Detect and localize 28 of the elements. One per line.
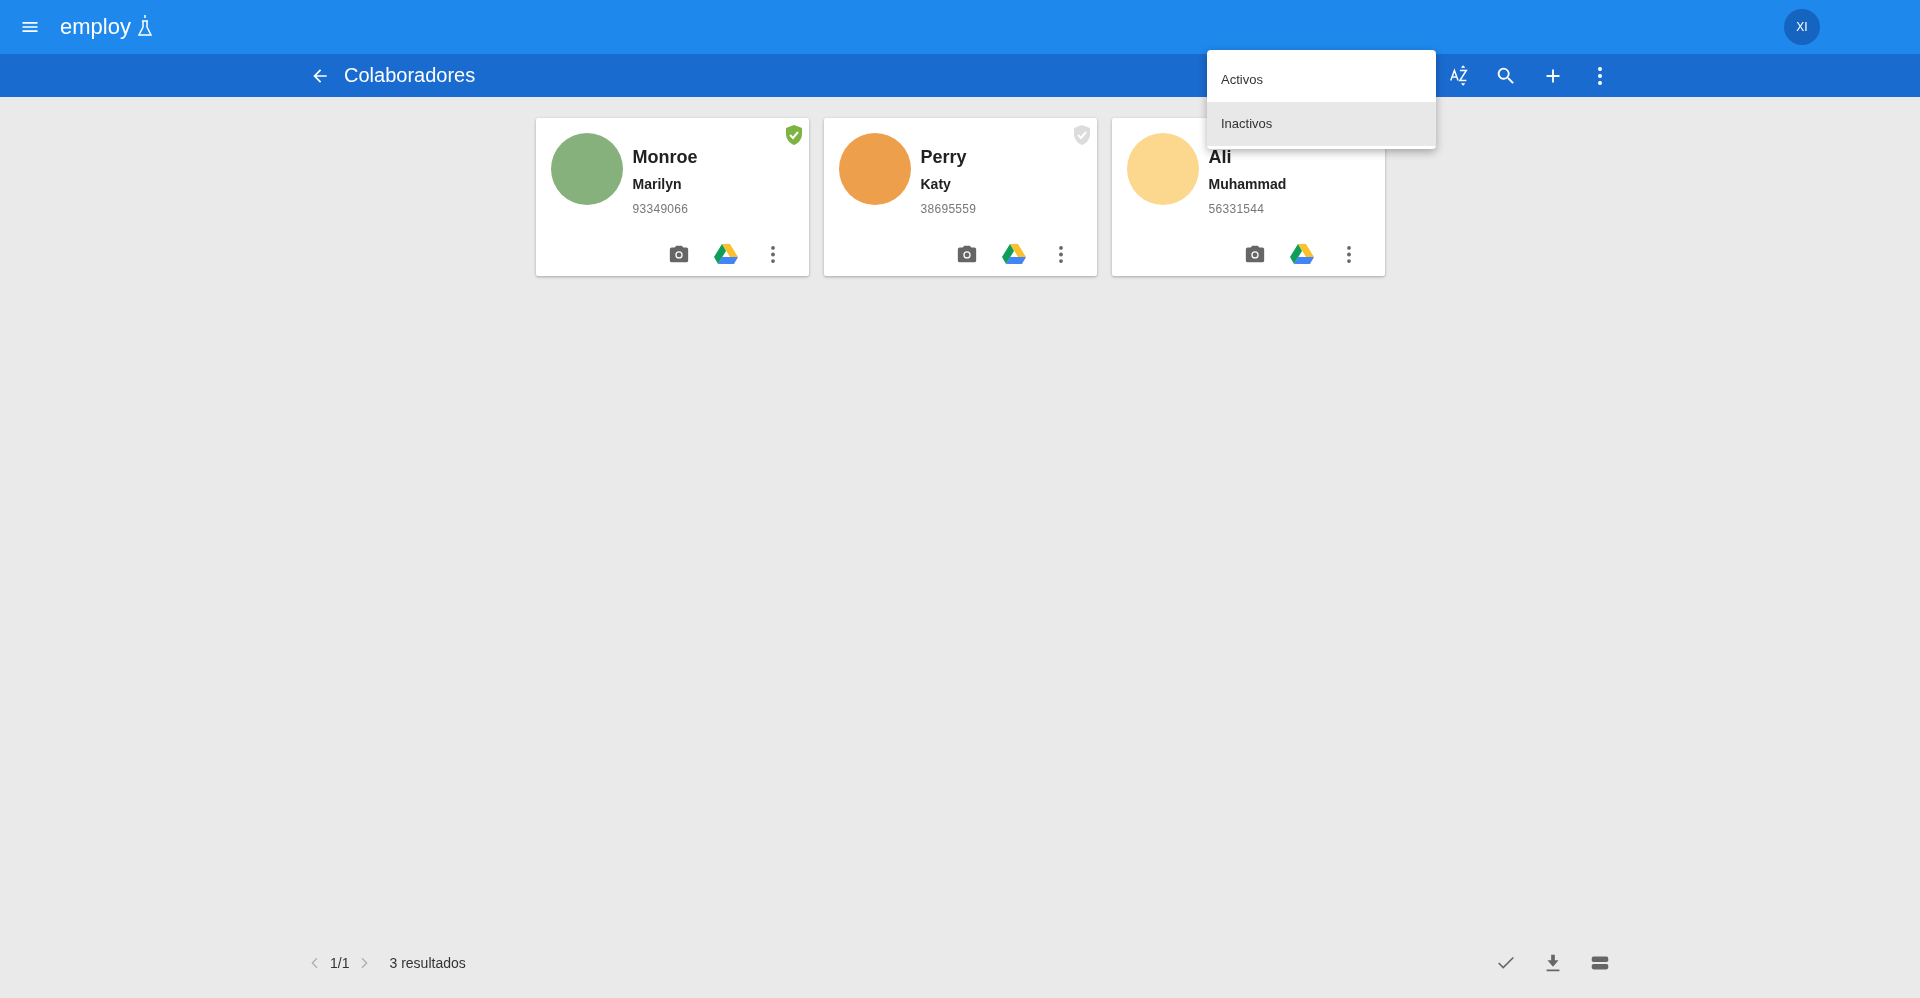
employee-surname: Monroe (632, 147, 698, 168)
more-icon (1058, 245, 1063, 263)
triangle-logo-icon (1289, 243, 1314, 265)
triangle-logo-icon (713, 243, 738, 265)
page-indicator: 1/1 (330, 955, 350, 971)
employee-number: 56331544 (1208, 202, 1266, 216)
employee-given-name: Marilyn (632, 176, 683, 192)
flask-icon (136, 13, 153, 37)
camera-icon (955, 243, 978, 265)
user-avatar[interactable]: XI (1784, 9, 1820, 45)
app-logo[interactable]: employ (60, 14, 131, 40)
results-count: 3 resultados (389, 955, 466, 971)
sort-az-icon (1448, 64, 1470, 87)
menu-item[interactable]: Inactivos (1207, 102, 1436, 146)
employee-given-name: Katy (920, 176, 952, 192)
employee-given-name: Muhammad (1208, 176, 1287, 192)
employee-surname: Perry (920, 147, 968, 168)
camera-icon (1243, 243, 1266, 265)
menu-item[interactable]: Activos (1207, 58, 1436, 102)
more-icon (1346, 245, 1351, 263)
employee-surname: Ali (1208, 147, 1233, 168)
employee-number: 93349066 (632, 202, 690, 216)
page-title: Colaboradores (344, 64, 476, 87)
more-icon (770, 245, 775, 263)
triangle-logo-icon (1001, 243, 1026, 265)
camera-icon (667, 243, 690, 265)
employee-number: 38695559 (920, 202, 977, 216)
more-icon (1598, 66, 1602, 85)
